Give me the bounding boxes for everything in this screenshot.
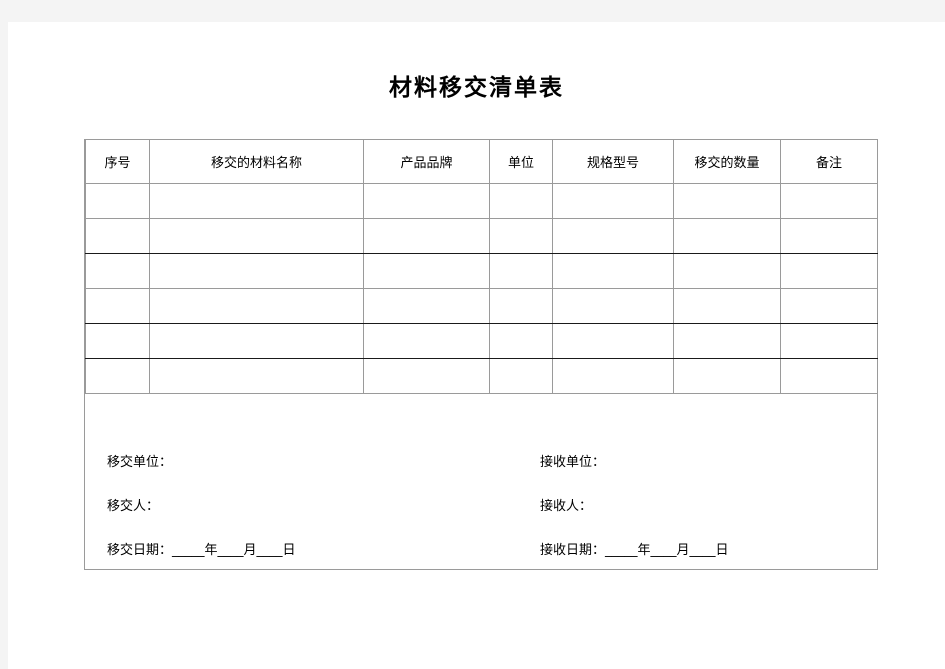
column-header-material-name: 移交的材料名称 xyxy=(149,140,364,184)
cell-transfer-quantity[interactable] xyxy=(673,323,781,359)
document-page: 材料移交清单表 序号 移交的材料名称 产品品牌 单位 规格型号 移交的数量 备注 xyxy=(8,22,945,669)
cell-specification-model[interactable] xyxy=(552,323,674,359)
cell-unit[interactable] xyxy=(489,253,553,289)
column-header-serial-number: 序号 xyxy=(85,140,150,184)
cell-serial-number[interactable] xyxy=(85,288,150,324)
cell-serial-number[interactable] xyxy=(85,218,150,254)
transferor-block: 移交单位： 移交人： 移交日期：_____年____月____日 xyxy=(107,421,296,587)
table-row[interactable] xyxy=(85,253,878,289)
transferor-person-label[interactable]: 移交人： xyxy=(107,499,296,515)
cell-transfer-quantity[interactable] xyxy=(673,183,781,219)
cell-specification-model[interactable] xyxy=(552,288,674,324)
cell-serial-number[interactable] xyxy=(85,358,150,394)
signature-section: 移交单位： 移交人： 移交日期：_____年____月____日 接收单位： 接… xyxy=(85,421,877,569)
column-header-specification-model: 规格型号 xyxy=(552,140,674,184)
cell-remark[interactable] xyxy=(780,323,878,359)
cell-serial-number[interactable] xyxy=(85,323,150,359)
material-transfer-table: 序号 移交的材料名称 产品品牌 单位 规格型号 移交的数量 备注 xyxy=(85,140,878,394)
cell-product-brand[interactable] xyxy=(363,323,490,359)
receiver-person-label[interactable]: 接收人： xyxy=(540,499,729,515)
cell-unit[interactable] xyxy=(489,218,553,254)
cell-material-name[interactable] xyxy=(149,253,364,289)
receiver-unit-label[interactable]: 接收单位： xyxy=(540,455,729,471)
cell-transfer-quantity[interactable] xyxy=(673,288,781,324)
column-header-remark: 备注 xyxy=(780,140,878,184)
cell-unit[interactable] xyxy=(489,288,553,324)
cell-product-brand[interactable] xyxy=(363,358,490,394)
column-header-transfer-quantity: 移交的数量 xyxy=(673,140,781,184)
cell-transfer-quantity[interactable] xyxy=(673,358,781,394)
cell-unit[interactable] xyxy=(489,323,553,359)
cell-specification-model[interactable] xyxy=(552,253,674,289)
cell-transfer-quantity[interactable] xyxy=(673,218,781,254)
cell-remark[interactable] xyxy=(780,253,878,289)
cell-remark[interactable] xyxy=(780,218,878,254)
cell-material-name[interactable] xyxy=(149,288,364,324)
transferor-unit-label[interactable]: 移交单位： xyxy=(107,455,296,471)
cell-transfer-quantity[interactable] xyxy=(673,253,781,289)
cell-material-name[interactable] xyxy=(149,323,364,359)
receiver-date-label[interactable]: 接收日期：_____年____月____日 xyxy=(540,543,729,559)
transferor-date-label[interactable]: 移交日期：_____年____月____日 xyxy=(107,543,296,559)
table-row[interactable] xyxy=(85,218,878,254)
table-row[interactable] xyxy=(85,358,878,394)
table-header-row: 序号 移交的材料名称 产品品牌 单位 规格型号 移交的数量 备注 xyxy=(85,140,878,184)
cell-specification-model[interactable] xyxy=(552,183,674,219)
cell-remark[interactable] xyxy=(780,183,878,219)
table-row[interactable] xyxy=(85,288,878,324)
cell-unit[interactable] xyxy=(489,358,553,394)
form-outer-frame: 序号 移交的材料名称 产品品牌 单位 规格型号 移交的数量 备注 移交单位： 移… xyxy=(84,139,878,570)
cell-material-name[interactable] xyxy=(149,218,364,254)
cell-serial-number[interactable] xyxy=(85,183,150,219)
page-title: 材料移交清单表 xyxy=(389,74,564,101)
cell-specification-model[interactable] xyxy=(552,218,674,254)
table-row[interactable] xyxy=(85,183,878,219)
cell-product-brand[interactable] xyxy=(363,218,490,254)
cell-remark[interactable] xyxy=(780,358,878,394)
cell-unit[interactable] xyxy=(489,183,553,219)
table-row[interactable] xyxy=(85,323,878,359)
cell-product-brand[interactable] xyxy=(363,253,490,289)
cell-serial-number[interactable] xyxy=(85,253,150,289)
table-body xyxy=(85,183,878,394)
cell-material-name[interactable] xyxy=(149,183,364,219)
column-header-unit: 单位 xyxy=(489,140,553,184)
cell-specification-model[interactable] xyxy=(552,358,674,394)
cell-product-brand[interactable] xyxy=(363,183,490,219)
column-header-product-brand: 产品品牌 xyxy=(363,140,490,184)
cell-material-name[interactable] xyxy=(149,358,364,394)
cell-remark[interactable] xyxy=(780,288,878,324)
cell-product-brand[interactable] xyxy=(363,288,490,324)
receiver-block: 接收单位： 接收人： 接收日期：_____年____月____日 xyxy=(540,421,729,587)
